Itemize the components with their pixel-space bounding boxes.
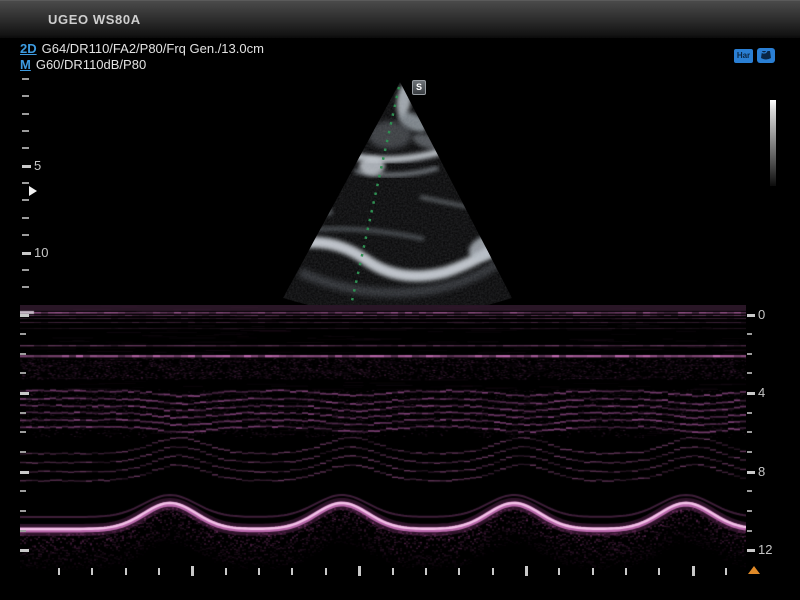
depth-tick bbox=[22, 78, 29, 80]
mmode-depth-tick bbox=[747, 353, 752, 355]
mmode-depth-label: 4 bbox=[758, 386, 765, 400]
mmode-depth-tick bbox=[20, 549, 29, 552]
time-tick bbox=[392, 568, 394, 575]
depth-tick bbox=[22, 130, 29, 132]
time-tick bbox=[325, 568, 327, 575]
mmode-depth-tick bbox=[747, 314, 755, 317]
depth-label: 5 bbox=[34, 159, 41, 173]
time-tick bbox=[225, 568, 227, 575]
mmode-depth-tick bbox=[20, 333, 26, 335]
depth-tick bbox=[22, 286, 29, 288]
mmode-depth-tick bbox=[747, 431, 752, 433]
time-tick bbox=[492, 568, 494, 575]
depth-tick bbox=[22, 95, 29, 97]
depth-tick bbox=[22, 182, 29, 184]
mmode-depth-tick bbox=[20, 530, 26, 532]
time-tick bbox=[658, 568, 660, 575]
mmode-depth-tick bbox=[747, 510, 752, 512]
mmode-depth-tick bbox=[747, 392, 755, 395]
depth-tick bbox=[22, 234, 29, 236]
time-tick bbox=[191, 566, 194, 576]
time-tick bbox=[425, 568, 427, 575]
mmode-depth-tick bbox=[20, 451, 26, 453]
time-tick bbox=[625, 568, 627, 575]
mmode-depth-tick bbox=[20, 353, 26, 355]
time-tick bbox=[558, 568, 560, 575]
mmode-depth-label: 8 bbox=[758, 465, 765, 479]
mmode-depth-label: 12 bbox=[758, 543, 772, 557]
mmode-depth-tick bbox=[20, 392, 29, 395]
time-tick bbox=[258, 568, 260, 575]
time-tick bbox=[58, 568, 60, 575]
time-tick bbox=[725, 568, 727, 575]
time-tick bbox=[91, 568, 93, 575]
ultrasound-screen: UGEO WS80A 2DG64/DR110/FA2/P80/Frq Gen./… bbox=[0, 0, 800, 600]
time-tick bbox=[525, 566, 528, 576]
depth-tick bbox=[22, 165, 31, 168]
mmode-depth-tick bbox=[747, 412, 752, 414]
depth-tick bbox=[22, 217, 29, 219]
mmode-depth-tick bbox=[747, 530, 752, 532]
mmode-depth-tick bbox=[747, 549, 755, 552]
focus-marker[interactable] bbox=[29, 186, 37, 196]
mmode-depth-tick bbox=[20, 471, 29, 474]
depth-tick bbox=[22, 269, 29, 271]
time-tick bbox=[291, 568, 293, 575]
depth-tick bbox=[22, 252, 31, 255]
time-tick bbox=[458, 568, 460, 575]
mmode-depth-tick bbox=[747, 372, 752, 374]
time-tick bbox=[692, 566, 695, 576]
mmode-depth-tick bbox=[747, 490, 752, 492]
sweep-marker bbox=[748, 566, 760, 574]
time-tick bbox=[592, 568, 594, 575]
mmode-depth-tick bbox=[20, 372, 26, 374]
mmode-depth-tick bbox=[747, 451, 752, 453]
mmode-depth-tick bbox=[20, 412, 26, 414]
depth-tick bbox=[22, 147, 29, 149]
mmode-depth-tick bbox=[20, 510, 26, 512]
mmode-depth-label: 0 bbox=[758, 308, 765, 322]
time-tick bbox=[158, 568, 160, 575]
depth-label: 10 bbox=[34, 246, 48, 260]
mmode-depth-tick bbox=[747, 333, 752, 335]
depth-tick bbox=[22, 199, 29, 201]
orientation-marker: S bbox=[412, 80, 426, 95]
time-tick bbox=[125, 568, 127, 575]
depth-tick bbox=[22, 113, 29, 115]
mmode-depth-tick bbox=[20, 490, 26, 492]
mmode-depth-tick bbox=[20, 314, 29, 317]
mmode-depth-tick bbox=[20, 431, 26, 433]
time-tick bbox=[358, 566, 361, 576]
mmode-trace bbox=[20, 305, 746, 571]
mmode-depth-tick bbox=[747, 471, 755, 474]
